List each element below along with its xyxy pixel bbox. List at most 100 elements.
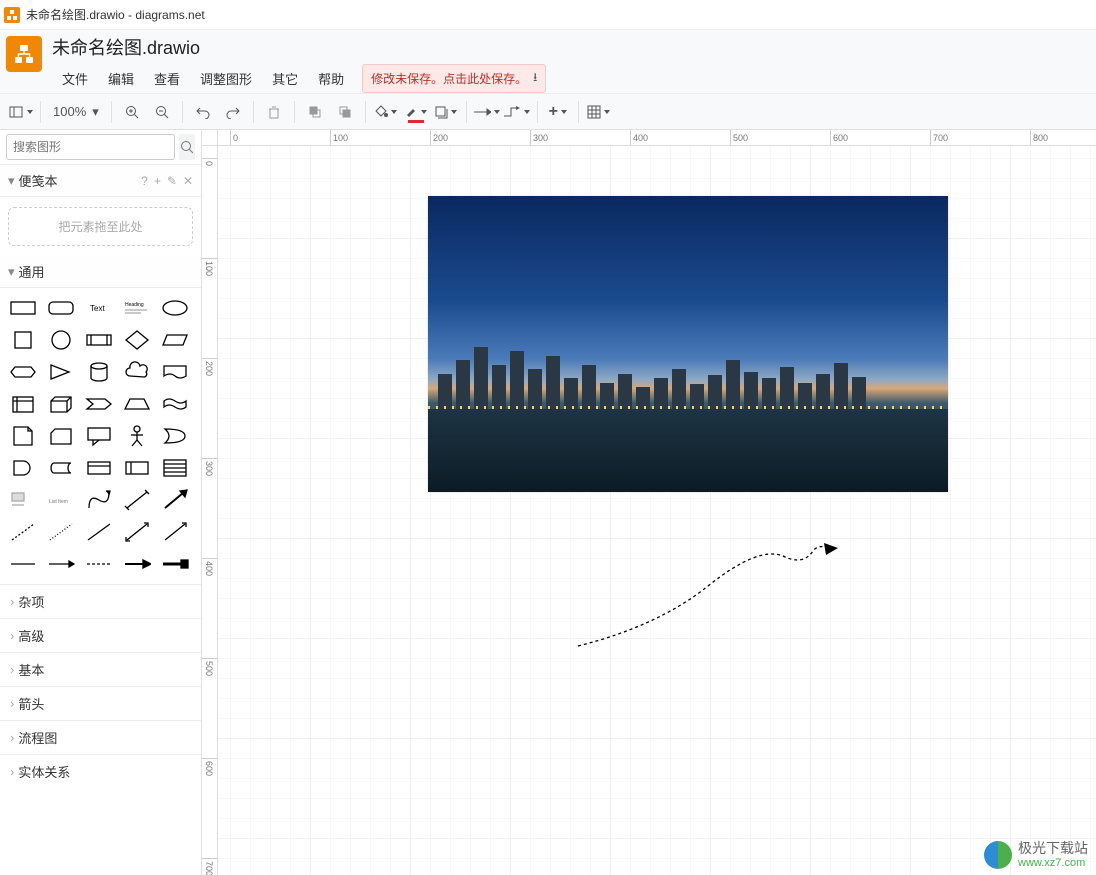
- shape-note[interactable]: [4, 420, 42, 452]
- shape-cylinder[interactable]: [80, 356, 118, 388]
- ruler-tick: 200: [430, 130, 448, 145]
- help-icon[interactable]: ?: [141, 174, 148, 188]
- category-misc[interactable]: ›杂项: [0, 584, 201, 618]
- edit-icon[interactable]: ✎: [167, 174, 177, 188]
- menu-edit[interactable]: 编辑: [98, 66, 144, 91]
- toolbar: 100% ▾ +: [0, 94, 1096, 130]
- zoom-value: 100%: [53, 104, 86, 119]
- shape-link4[interactable]: [118, 548, 156, 580]
- shape-rounded-rectangle[interactable]: [42, 292, 80, 324]
- shape-link3[interactable]: [80, 548, 118, 580]
- scratchpad-header[interactable]: ▾ 便笺本 ? + ✎ ✕: [0, 165, 201, 197]
- shape-link5[interactable]: [156, 548, 194, 580]
- shape-tape[interactable]: [156, 388, 194, 420]
- separator: [253, 101, 254, 123]
- curved-dashed-arrow[interactable]: [568, 526, 848, 656]
- separator: [111, 101, 112, 123]
- shape-internal-storage[interactable]: [4, 388, 42, 420]
- shape-bidir-arrow[interactable]: [118, 484, 156, 516]
- shape-curve[interactable]: [80, 484, 118, 516]
- shape-step[interactable]: [80, 388, 118, 420]
- separator: [182, 101, 183, 123]
- image-reflection: [428, 409, 948, 492]
- delete-button[interactable]: [260, 98, 288, 126]
- category-er[interactable]: ›实体关系: [0, 754, 201, 788]
- shape-bidir-thin[interactable]: [118, 516, 156, 548]
- shape-dashed-line[interactable]: [4, 516, 42, 548]
- shape-cloud[interactable]: [118, 356, 156, 388]
- to-back-button[interactable]: [331, 98, 359, 126]
- menu-help[interactable]: 帮助: [308, 66, 354, 91]
- shape-triangle[interactable]: [42, 356, 80, 388]
- shape-actor[interactable]: [118, 420, 156, 452]
- shape-diamond[interactable]: [118, 324, 156, 356]
- placed-image-cityscape[interactable]: [428, 196, 948, 492]
- shadow-button[interactable]: [432, 98, 460, 126]
- menu-extras[interactable]: 其它: [262, 66, 308, 91]
- table-button[interactable]: [585, 98, 613, 126]
- menu-file[interactable]: 文件: [52, 66, 98, 91]
- shape-callout[interactable]: [80, 420, 118, 452]
- shape-and[interactable]: [4, 452, 42, 484]
- save-warning-button[interactable]: 修改未保存。点击此处保存。 ⭳: [362, 64, 546, 93]
- category-flowchart[interactable]: ›流程图: [0, 720, 201, 754]
- shape-card[interactable]: [42, 420, 80, 452]
- insert-button[interactable]: +: [544, 98, 572, 126]
- shape-label[interactable]: List Item: [42, 484, 80, 516]
- plus-icon: +: [549, 103, 558, 121]
- svg-text:Text: Text: [90, 304, 105, 313]
- shape-data-storage[interactable]: [42, 452, 80, 484]
- redo-button[interactable]: [219, 98, 247, 126]
- shape-list-item[interactable]: [4, 484, 42, 516]
- shape-rectangle[interactable]: [4, 292, 42, 324]
- shape-link1[interactable]: [4, 548, 42, 580]
- canvas[interactable]: [218, 146, 1096, 875]
- ruler-tick: 600: [830, 130, 848, 145]
- general-shapes-header[interactable]: ▾ 通用: [0, 256, 201, 288]
- shape-ellipse[interactable]: [156, 292, 194, 324]
- document-title[interactable]: 未命名绘图.drawio: [52, 34, 546, 60]
- shape-list[interactable]: [156, 452, 194, 484]
- waypoints-button[interactable]: [503, 98, 531, 126]
- view-sidebar-button[interactable]: [6, 98, 34, 126]
- app-icon: [4, 7, 20, 23]
- line-color-button[interactable]: [402, 98, 430, 126]
- shape-trapezoid[interactable]: [118, 388, 156, 420]
- shape-dotted-line[interactable]: [42, 516, 80, 548]
- shape-cube[interactable]: [42, 388, 80, 420]
- search-input[interactable]: [6, 134, 175, 160]
- zoom-out-button[interactable]: [148, 98, 176, 126]
- shape-or[interactable]: [156, 420, 194, 452]
- to-front-button[interactable]: [301, 98, 329, 126]
- shape-line[interactable]: [80, 516, 118, 548]
- shape-container2[interactable]: [118, 452, 156, 484]
- shape-square[interactable]: [4, 324, 42, 356]
- add-icon[interactable]: +: [154, 174, 161, 188]
- scratchpad-drop-area[interactable]: 把元素拖至此处: [8, 207, 193, 246]
- connection-button[interactable]: [473, 98, 501, 126]
- shape-hexagon[interactable]: [4, 356, 42, 388]
- shape-container[interactable]: [80, 452, 118, 484]
- canvas-area: 0 100 200 300 400 500 600 700 800 0 100 …: [202, 130, 1096, 875]
- menubar: 文件 编辑 查看 调整图形 其它 帮助 修改未保存。点击此处保存。 ⭳: [52, 64, 546, 93]
- fill-color-button[interactable]: [372, 98, 400, 126]
- shape-directional[interactable]: [156, 516, 194, 548]
- menu-view[interactable]: 查看: [144, 66, 190, 91]
- menu-arrange[interactable]: 调整图形: [190, 66, 262, 91]
- search-icon[interactable]: [179, 134, 195, 160]
- shape-parallelogram[interactable]: [156, 324, 194, 356]
- zoom-in-button[interactable]: [118, 98, 146, 126]
- shape-document[interactable]: [156, 356, 194, 388]
- shape-textbox[interactable]: Heading: [118, 292, 156, 324]
- shape-circle[interactable]: [42, 324, 80, 356]
- zoom-selector[interactable]: 100% ▾: [47, 104, 105, 120]
- category-basic[interactable]: ›基本: [0, 652, 201, 686]
- shape-text[interactable]: Text: [80, 292, 118, 324]
- undo-button[interactable]: [189, 98, 217, 126]
- shape-arrow-thick[interactable]: [156, 484, 194, 516]
- shape-link2[interactable]: [42, 548, 80, 580]
- category-arrows[interactable]: ›箭头: [0, 686, 201, 720]
- shape-process[interactable]: [80, 324, 118, 356]
- category-advanced[interactable]: ›高级: [0, 618, 201, 652]
- close-icon[interactable]: ✕: [183, 174, 193, 188]
